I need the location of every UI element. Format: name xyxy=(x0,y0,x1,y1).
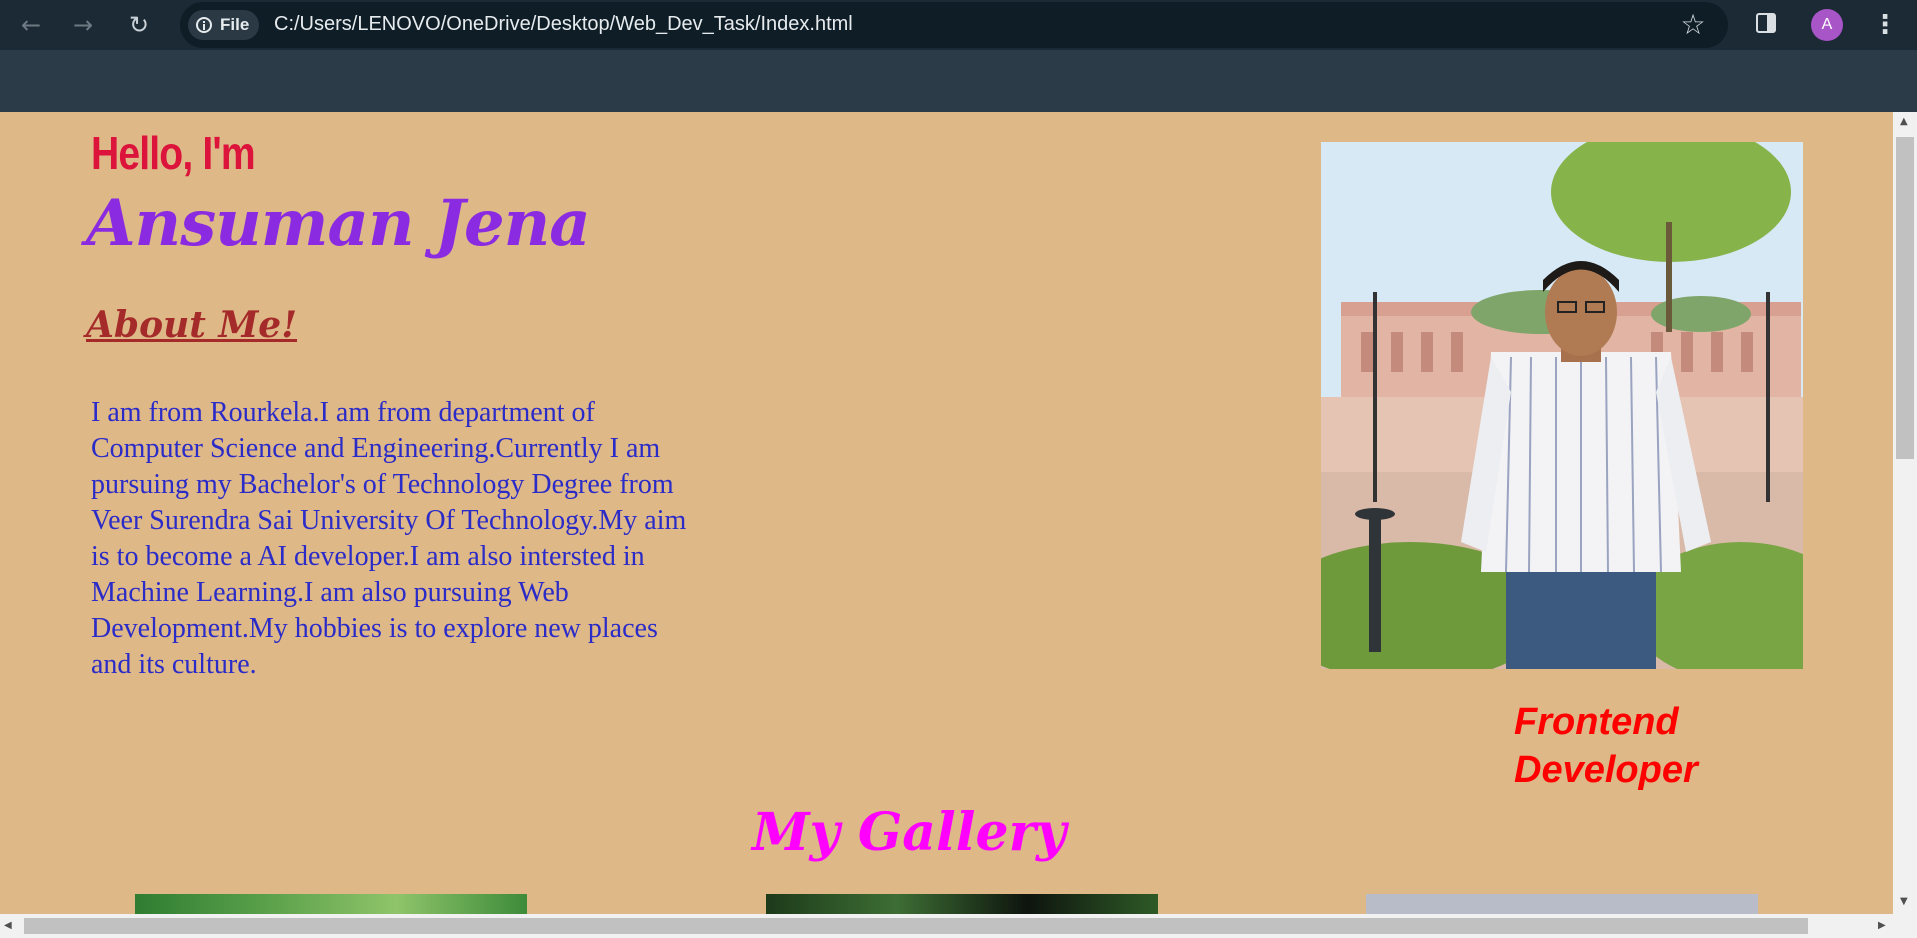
forward-arrow-icon[interactable]: → xyxy=(68,10,98,40)
side-panel-icon[interactable] xyxy=(1756,13,1776,33)
vertical-scroll-thumb[interactable] xyxy=(1896,137,1914,459)
name-heading: Ansuman Jena xyxy=(86,186,591,261)
browser-toolbar: ← → ↻ File C:/Users/LENOVO/OneDrive/Desk… xyxy=(0,0,1917,50)
about-text: I am from Rourkela.I am from department … xyxy=(91,397,687,680)
menu-kebab-icon[interactable]: ⋮ xyxy=(1872,8,1898,42)
scroll-down-arrow-icon[interactable]: ▼ xyxy=(1900,896,1908,907)
scroll-right-arrow-icon[interactable]: ▶ xyxy=(1878,920,1886,931)
scroll-left-arrow-icon[interactable]: ◀ xyxy=(4,920,12,931)
bookmark-star-icon[interactable]: ☆ xyxy=(1677,9,1709,41)
site-info-chip[interactable]: File xyxy=(188,10,260,40)
gallery-image-2 xyxy=(766,894,1158,914)
gallery-image-3 xyxy=(1366,894,1758,914)
url-text[interactable]: C:/Users/LENOVO/OneDrive/Desktop/Web_Dev… xyxy=(274,13,853,36)
page-viewport: Hello, I'm Ansuman Jena About Me! I am f… xyxy=(0,112,1893,914)
gallery-image-1 xyxy=(135,894,527,914)
file-label: File xyxy=(220,15,250,34)
address-bar[interactable]: File C:/Users/LENOVO/OneDrive/Desktop/We… xyxy=(180,2,1728,48)
reload-icon[interactable]: ↻ xyxy=(124,10,154,40)
horizontal-scroll-thumb[interactable] xyxy=(24,918,1808,934)
profile-photo xyxy=(1321,142,1803,669)
gallery-heading: My Gallery xyxy=(752,802,1067,863)
bookmarks-bar xyxy=(0,50,1917,112)
role-text: Frontend Developer xyxy=(1514,701,1698,791)
profile-avatar[interactable]: A xyxy=(1811,9,1843,41)
about-heading: About Me! xyxy=(86,304,298,346)
back-arrow-icon[interactable]: ← xyxy=(16,10,46,40)
greeting-heading: Hello, I'm xyxy=(91,127,256,179)
info-icon xyxy=(196,17,212,33)
scroll-up-arrow-icon[interactable]: ▲ xyxy=(1900,116,1908,127)
